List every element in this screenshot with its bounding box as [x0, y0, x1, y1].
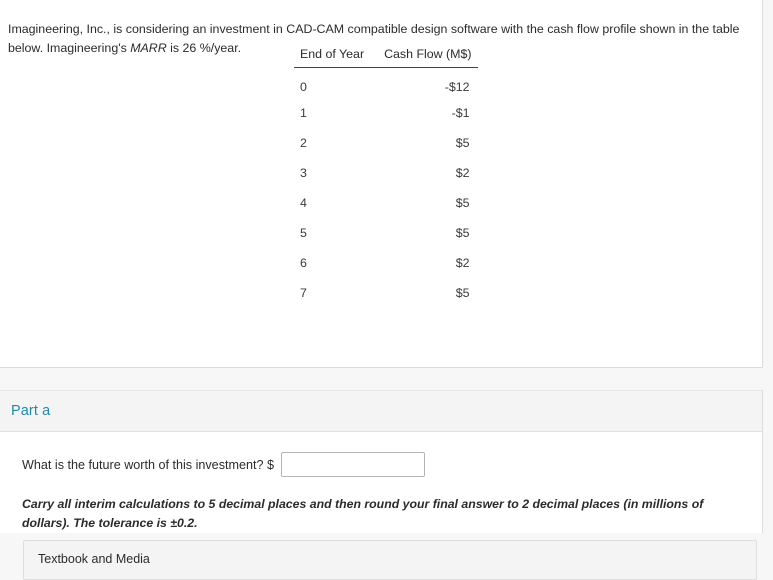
cell-cash-flow: -$1	[451, 105, 470, 120]
part-a-title: Part a	[11, 403, 51, 419]
assignment-page: Imagineering, Inc., is considering an in…	[0, 0, 773, 580]
table-row: 2 $5	[294, 128, 478, 158]
cell-year: 2	[300, 135, 307, 150]
column-header-end-of-year: End of Year	[294, 47, 371, 68]
cell-year: 4	[300, 195, 307, 210]
part-a-card: Part a What is the future worth of this …	[0, 390, 763, 533]
cash-flow-table-body: 0 -$12 1 -$1 2 $5 3 $2 4 $5 5 $5 6 $2 7 …	[294, 68, 478, 308]
cell-cash-flow: $5	[455, 195, 470, 210]
cell-cash-flow: $2	[455, 255, 470, 270]
cell-cash-flow: -$12	[444, 79, 470, 94]
cell-year: 3	[300, 165, 307, 180]
cell-cash-flow: $5	[455, 135, 470, 150]
textbook-and-media-label: Textbook and Media	[38, 552, 150, 566]
cell-cash-flow: $5	[455, 225, 470, 240]
problem-text-part2: is 26 %/year.	[166, 41, 242, 56]
column-header-cash-flow: Cash Flow (M$)	[370, 47, 478, 68]
cell-year: 6	[300, 255, 307, 270]
cell-year: 1	[300, 105, 307, 120]
table-row: 4 $5	[294, 188, 478, 218]
answer-input[interactable]	[281, 452, 425, 477]
question-label: What is the future worth of this investm…	[22, 457, 274, 472]
marr-emphasis: MARR	[130, 41, 167, 56]
question-row: What is the future worth of this investm…	[0, 432, 762, 477]
table-row: 0 -$12	[294, 68, 478, 98]
table-row: 6 $2	[294, 248, 478, 278]
cell-year: 5	[300, 225, 307, 240]
cell-year: 0	[300, 79, 307, 94]
cell-year: 7	[300, 285, 307, 300]
tolerance-note: Carry all interim calculations to 5 deci…	[22, 497, 704, 530]
table-row: 1 -$1	[294, 98, 478, 128]
part-a-header: Part a	[0, 390, 762, 432]
cash-flow-table: End of Year Cash Flow (M$) 0 -$12 1 -$1 …	[294, 47, 478, 308]
textbook-and-media-box[interactable]: Textbook and Media	[23, 540, 757, 580]
table-row: 7 $5	[294, 278, 478, 308]
table-row: 5 $5	[294, 218, 478, 248]
table-header-row: End of Year Cash Flow (M$)	[294, 47, 478, 68]
table-row: 3 $2	[294, 158, 478, 188]
cell-cash-flow: $5	[455, 285, 470, 300]
cell-cash-flow: $2	[455, 165, 470, 180]
problem-statement-card: Imagineering, Inc., is considering an in…	[0, 0, 763, 368]
